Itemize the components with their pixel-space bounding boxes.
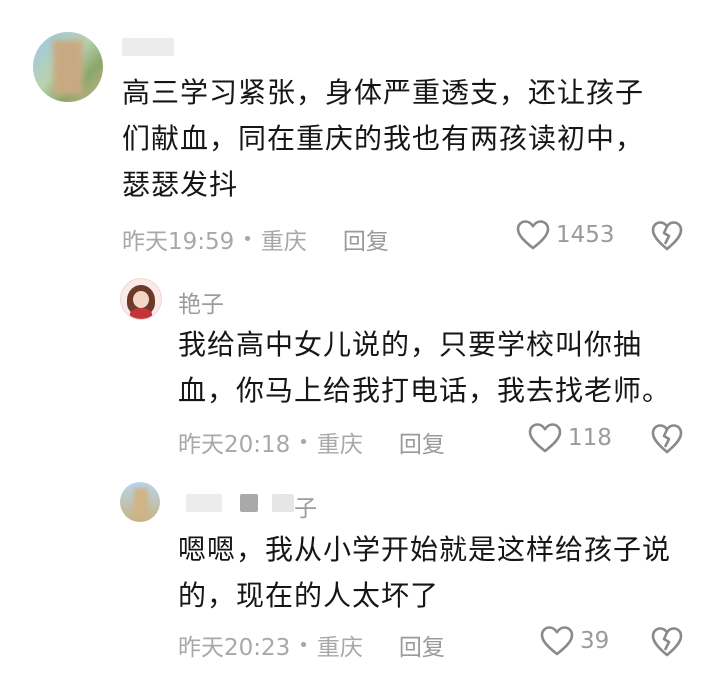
blurred-username [186,494,222,512]
like-count: 118 [568,425,612,451]
like-button[interactable]: 118 [528,423,612,453]
author-name-partial[interactable]: 子 [294,489,317,523]
author-name[interactable]: 艳子 [178,285,224,319]
reply-button[interactable]: 回复 [343,222,389,256]
location: 重庆 [316,635,363,661]
comment-meta: 昨天20:18 • 重庆 回复 [178,425,445,459]
broken-heart-icon[interactable] [651,221,683,251]
comment-meta: 昨天20:23 • 重庆 回复 [178,628,445,662]
reply-button[interactable]: 回复 [399,628,445,662]
heart-outline-icon [540,626,574,656]
location: 重庆 [316,432,363,458]
comment-text: 嗯嗯，我从小学开始就是这样给孩子说 的，现在的人太坏了 [178,533,672,612]
timestamp: 昨天20:23 [178,635,291,661]
heart-outline-icon [528,423,562,453]
broken-heart-icon[interactable] [651,424,683,454]
heart-outline-icon [516,220,550,250]
blurred-username [272,494,294,512]
like-button[interactable]: 1453 [516,220,615,250]
blurred-username [122,38,174,56]
like-button[interactable]: 39 [540,626,609,656]
timestamp: 昨天20:18 [178,432,291,458]
timestamp: 昨天19:59 [122,229,235,255]
like-count: 1453 [556,222,615,248]
like-count: 39 [580,628,610,654]
avatar[interactable] [120,482,160,522]
comment-text: 高三学习紧张，身体严重透支，还让孩子 们献血，同在重庆的我也有两孩读初中， 瑟瑟… [122,76,645,201]
blurred-username [240,494,258,512]
avatar[interactable] [120,278,162,320]
avatar[interactable] [33,32,103,102]
comment-text: 我给高中女儿说的，只要学校叫你抽 血，你马上给我打电话，我去找老师。 [178,328,672,407]
location: 重庆 [260,229,307,255]
broken-heart-icon[interactable] [651,627,683,657]
reply-button[interactable]: 回复 [399,425,445,459]
comment-meta: 昨天19:59 • 重庆 回复 [122,222,389,256]
